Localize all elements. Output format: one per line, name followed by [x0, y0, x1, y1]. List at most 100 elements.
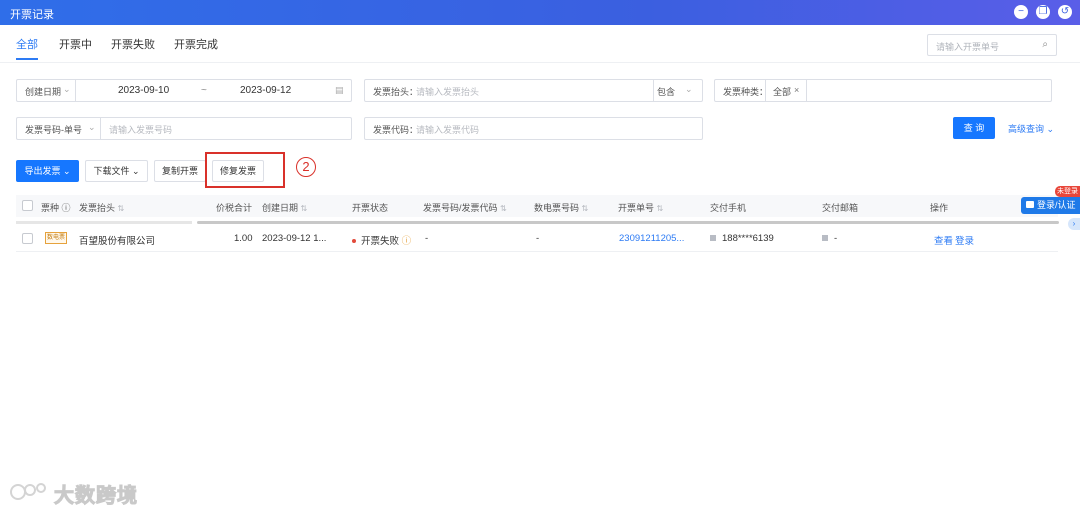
help-icon[interactable]: ⓘ — [402, 236, 412, 247]
tab-completed[interactable]: 开票完成 — [174, 36, 218, 52]
invoice-kind-tag: 全部 — [773, 87, 792, 97]
search-placeholder: 请输入开票单号 — [936, 42, 1000, 52]
col-status: 开票状态 — [352, 203, 389, 213]
watermark-logo-icon — [10, 483, 46, 500]
download-file-label: 下载文件 — [93, 166, 130, 176]
col-email: 交付邮箱 — [822, 203, 859, 213]
divider — [75, 80, 76, 101]
date-start[interactable]: 2023-09-10 — [118, 85, 169, 96]
copy-icon[interactable] — [710, 235, 716, 242]
divider — [100, 118, 101, 139]
calendar-icon[interactable]: ▤ — [335, 85, 344, 96]
chevron-down-icon: ⌄ — [685, 84, 693, 94]
chevron-down-icon: ⌄ — [88, 122, 96, 132]
invoice-kind-label: 发票种类： — [723, 87, 769, 97]
login-auth-button[interactable]: 登录/认证 — [1021, 197, 1080, 214]
query-button[interactable]: 查 询 — [953, 117, 995, 139]
cell-email: - — [822, 233, 837, 244]
invoice-title-filter[interactable]: 发票抬头： 请输入发票抬头 包含 ⌄ — [364, 79, 703, 102]
step-number-badge: 2 — [296, 157, 316, 177]
chevron-down-icon: ⌄ — [131, 166, 140, 176]
download-file-button[interactable]: 下载文件 ⌄ — [85, 160, 148, 182]
date-type-select[interactable]: 创建日期 — [25, 85, 61, 98]
invoice-title-label: 发票抬头： — [373, 87, 419, 97]
export-invoice-label: 导出发票 — [24, 166, 61, 176]
invoice-code-input[interactable]: 请输入发票代码 — [416, 123, 479, 136]
col-title[interactable]: 发票抬头 ⇅ — [79, 201, 124, 214]
col-digital-number[interactable]: 数电票号码 ⇅ — [534, 201, 588, 214]
chevron-down-icon: ⌄ — [1046, 124, 1055, 134]
order-search-input[interactable]: 请输入开票单号 ⌕ — [927, 34, 1057, 56]
col-order-no[interactable]: 开票单号 ⇅ — [618, 201, 663, 214]
date-range-filter[interactable]: 创建日期 ⌄ 2023-09-10 ~ 2023-09-12 ▤ — [16, 79, 352, 102]
cell-digital-number: - — [536, 233, 540, 244]
number-type-select[interactable]: 发票号码-单号 — [25, 123, 82, 136]
watermark-text: 大数跨境 — [54, 485, 138, 508]
login-auth-label: 登录/认证 — [1037, 200, 1076, 210]
close-icon[interactable]: × — [794, 85, 799, 95]
copy-icon[interactable] — [822, 235, 828, 242]
login-link[interactable]: 登录 — [955, 233, 974, 247]
chevron-right-icon[interactable]: › — [1068, 218, 1080, 230]
cell-created: 2023-09-12 1... — [262, 233, 327, 244]
invoice-number-input[interactable]: 请输入发票号码 — [109, 123, 172, 136]
tabs-divider — [0, 62, 1080, 63]
cell-title: 百望股份有限公司 — [79, 236, 156, 247]
sort-icon[interactable]: ⇅ — [301, 204, 308, 213]
help-icon[interactable]: ⓘ — [62, 203, 71, 213]
table-header: 票种 ⓘ 发票抬头 ⇅ 价税合计 创建日期 ⇅ 开票状态 发票号码/发票代码 ⇅… — [16, 195, 1058, 217]
col-amount: 价税合计 — [216, 203, 253, 213]
col-ops: 操作 — [930, 203, 949, 213]
tab-in-progress[interactable]: 开票中 — [59, 36, 92, 52]
cell-status: 开票失败 ⓘ — [352, 233, 411, 247]
chevron-down-icon: ⌄ — [62, 166, 71, 176]
col-created[interactable]: 创建日期 ⇅ — [262, 201, 307, 214]
restore-icon[interactable]: ❐ — [1036, 5, 1050, 19]
chat-icon — [1026, 201, 1034, 208]
sort-icon[interactable]: ⇅ — [582, 204, 589, 213]
col-number-code[interactable]: 发票号码/发票代码 ⇅ — [423, 201, 507, 214]
divider — [653, 80, 654, 101]
table-row[interactable]: 数电票 百望股份有限公司 1.00 2023-09-12 1... 开票失败 ⓘ… — [16, 226, 1058, 252]
date-separator: ~ — [201, 85, 207, 96]
sort-icon[interactable]: ⇅ — [500, 204, 507, 213]
col-type: 票种 ⓘ — [41, 203, 71, 213]
window-title: 开票记录 — [10, 9, 54, 21]
not-logged-in-badge: 未登录 — [1055, 186, 1080, 197]
highlight-box — [205, 152, 285, 188]
invoice-code-label: 发票代码： — [373, 125, 419, 135]
tab-all[interactable]: 全部 — [16, 36, 38, 52]
watermark: 大数跨境 — [8, 478, 148, 508]
back-icon[interactable]: ↺ — [1058, 5, 1072, 19]
date-end[interactable]: 2023-09-12 — [240, 85, 291, 96]
col-phone: 交付手机 — [710, 203, 747, 213]
chevron-down-icon: ⌄ — [63, 84, 71, 94]
cell-order-no[interactable]: 23091211205... — [619, 233, 684, 244]
title-bar: 开票记录 − ❐ ↺ — [0, 0, 1080, 25]
cell-amount: 1.00 — [234, 233, 253, 244]
invoice-title-input[interactable]: 请输入发票抬头 — [416, 85, 479, 98]
search-icon[interactable]: ⌕ — [1042, 39, 1048, 50]
cell-number-code: - — [425, 233, 429, 244]
match-mode-select[interactable]: 包含 — [657, 85, 675, 98]
tab-failed[interactable]: 开票失败 — [111, 36, 155, 52]
active-tab-indicator — [16, 58, 38, 60]
advanced-query-label: 高级查询 — [1008, 124, 1045, 134]
scroll-track — [16, 221, 192, 224]
view-link[interactable]: 查看 — [934, 233, 953, 247]
status-dot — [352, 239, 356, 244]
row-checkbox[interactable] — [22, 233, 33, 244]
export-invoice-button[interactable]: 导出发票 ⌄ — [16, 160, 79, 182]
divider — [765, 80, 766, 101]
horizontal-scrollbar[interactable] — [197, 221, 1059, 224]
invoice-code-filter[interactable]: 发票代码： 请输入发票代码 — [364, 117, 703, 140]
sort-icon[interactable]: ⇅ — [657, 204, 664, 213]
sort-icon[interactable]: ⇅ — [118, 204, 125, 213]
select-all-checkbox[interactable] — [22, 200, 33, 211]
advanced-query-link[interactable]: 高级查询 ⌄ — [1008, 122, 1054, 135]
minimize-icon[interactable]: − — [1014, 5, 1028, 19]
invoice-number-filter[interactable]: 发票号码-单号 ⌄ 请输入发票号码 — [16, 117, 352, 140]
copy-invoice-button[interactable]: 复制开票 — [154, 160, 206, 182]
invoice-kind-filter[interactable]: 发票种类： 全部 × — [714, 79, 1052, 102]
divider — [806, 80, 807, 101]
